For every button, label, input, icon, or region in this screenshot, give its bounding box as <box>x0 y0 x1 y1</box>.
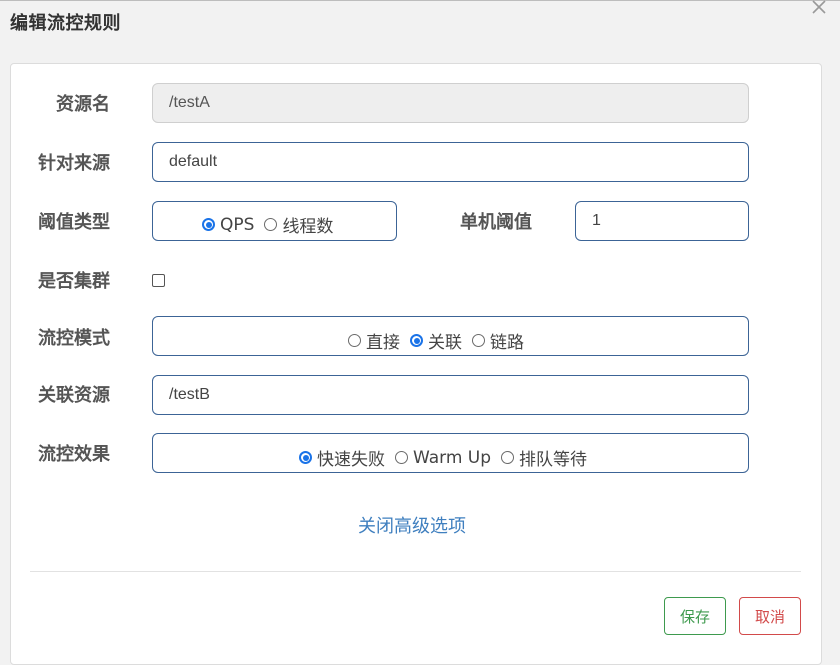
window-top-border <box>0 0 840 1</box>
option-label: 线程数 <box>282 217 334 237</box>
radio-checked-icon[interactable] <box>410 334 423 347</box>
flow-mode-option-direct[interactable]: 直接 <box>348 328 400 353</box>
radio-checked-icon[interactable] <box>299 451 312 464</box>
footer-divider <box>30 571 801 572</box>
ref-resource-input[interactable] <box>152 375 749 415</box>
option-label: Warm Up <box>413 447 492 468</box>
control-behavior-option-fail-fast[interactable]: 快速失败 <box>299 445 385 470</box>
option-label: 链路 <box>490 333 524 353</box>
option-label: QPS <box>220 214 255 235</box>
cancel-button[interactable]: 取消 <box>739 597 801 635</box>
limit-app-label: 针对来源 <box>38 153 110 174</box>
option-label: 排队等待 <box>519 450 588 470</box>
threshold-type-radio-group: QPS 线程数 <box>202 212 333 237</box>
resource-name-label: 资源名 <box>56 94 110 115</box>
cluster-label: 是否集群 <box>38 271 110 292</box>
threshold-type-option-threads[interactable]: 线程数 <box>264 212 333 237</box>
control-behavior-option-queue[interactable]: 排队等待 <box>501 445 587 470</box>
save-button[interactable]: 保存 <box>664 597 726 635</box>
option-label: 直接 <box>366 333 400 353</box>
radio-unchecked-icon[interactable] <box>395 451 408 464</box>
close-icon[interactable] <box>806 0 830 20</box>
option-label: 快速失败 <box>317 450 385 470</box>
radio-unchecked-icon[interactable] <box>501 451 515 464</box>
option-label: 关联 <box>428 333 462 353</box>
radio-unchecked-icon[interactable] <box>348 334 361 347</box>
dialog-title: 编辑流控规则 <box>10 13 121 34</box>
single-threshold-label: 单机阈值 <box>460 212 532 233</box>
resource-name-input[interactable] <box>152 83 749 123</box>
flow-mode-option-relate[interactable]: 关联 <box>410 328 462 353</box>
toggle-advanced-options-link[interactable]: 关闭高级选项 <box>358 512 466 538</box>
control-behavior-option-warm-up[interactable]: Warm Up <box>395 448 491 468</box>
control-behavior-label: 流控效果 <box>38 444 110 465</box>
flow-mode-radio-group: 直接 关联 链路 <box>348 328 524 353</box>
radio-checked-icon[interactable] <box>202 218 215 231</box>
cluster-checkbox[interactable] <box>152 274 165 287</box>
radio-unchecked-icon[interactable] <box>472 334 485 347</box>
flow-mode-option-chain[interactable]: 链路 <box>472 328 524 353</box>
ref-resource-label: 关联资源 <box>38 385 110 406</box>
flow-mode-label: 流控模式 <box>38 328 110 349</box>
threshold-type-option-qps[interactable]: QPS <box>202 215 254 235</box>
single-threshold-input[interactable] <box>575 201 749 241</box>
threshold-type-label: 阈值类型 <box>38 212 110 233</box>
limit-app-input[interactable] <box>152 142 749 182</box>
radio-unchecked-icon[interactable] <box>264 218 278 231</box>
control-behavior-radio-group: 快速失败 Warm Up 排队等待 <box>299 445 587 470</box>
